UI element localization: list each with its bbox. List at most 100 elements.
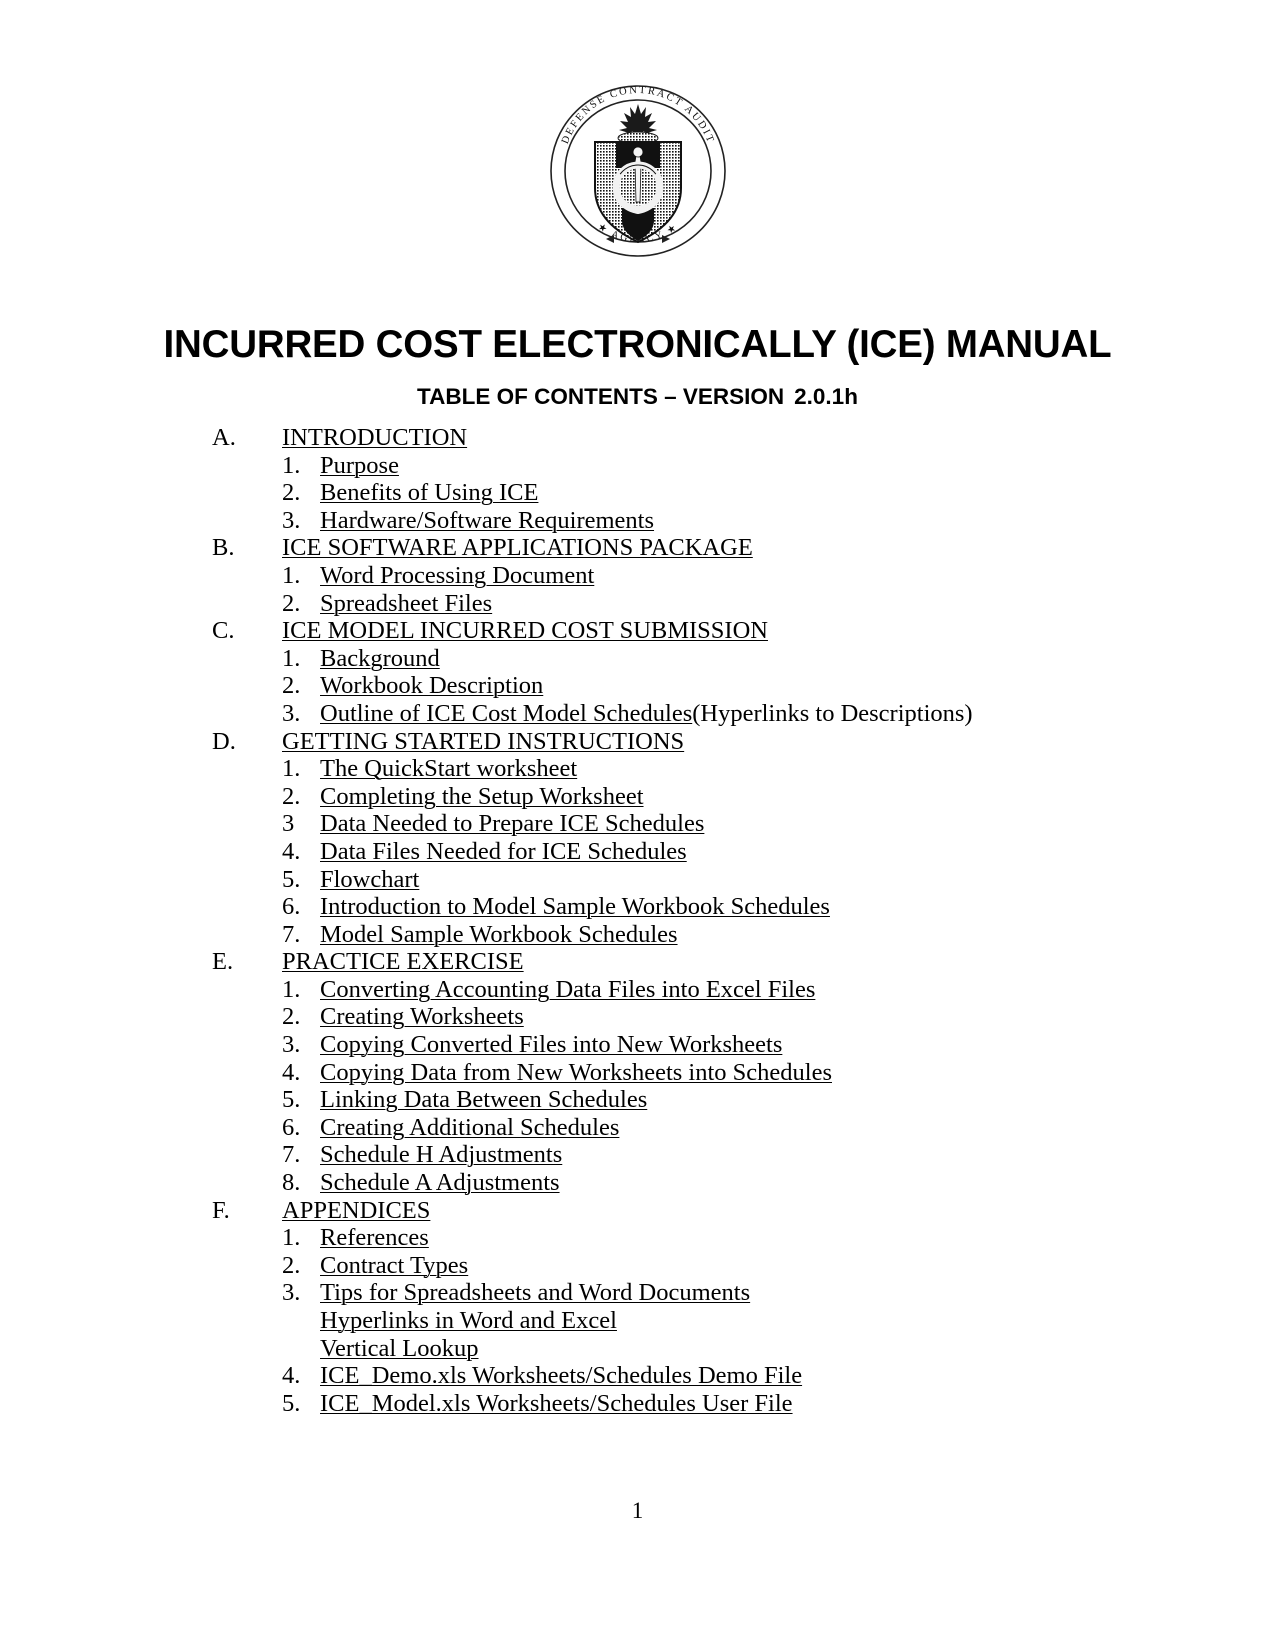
item-link[interactable]: Schedule A Adjustments: [320, 1169, 560, 1197]
toc-section-d[interactable]: D. GETTING STARTED INSTRUCTIONS: [0, 728, 1275, 756]
item-marker: 2.: [282, 1003, 301, 1031]
dcaa-seal-icon: DEFENSE CONTRACT AUDIT ★ AGENCY ★: [540, 82, 736, 260]
item-link[interactable]: Copying Data from New Worksheets into Sc…: [320, 1059, 832, 1087]
item-link[interactable]: Background: [320, 645, 440, 673]
item-link[interactable]: Hardware/Software Requirements: [320, 507, 654, 535]
item-marker: 3.: [282, 699, 301, 727]
item-marker: 6.: [282, 893, 301, 921]
item-link[interactable]: Contract Types: [320, 1252, 468, 1280]
toc-item-d4[interactable]: 4. Data Files Needed for ICE Schedules: [0, 838, 1275, 866]
section-link[interactable]: GETTING STARTED INSTRUCTIONS: [282, 728, 684, 756]
item-link[interactable]: ICE_Demo.xls Worksheets/Schedules Demo F…: [320, 1362, 802, 1390]
section-link[interactable]: PRACTICE EXERCISE: [282, 948, 524, 976]
section-link[interactable]: ICE SOFTWARE APPLICATIONS PACKAGE: [282, 534, 753, 562]
item-link[interactable]: Creating Additional Schedules: [320, 1114, 619, 1142]
section-marker: B.: [212, 534, 235, 562]
toc-item-e3[interactable]: 3. Copying Converted Files into New Work…: [0, 1031, 1275, 1059]
toc-item-f5[interactable]: 5. ICE_Model.xls Worksheets/Schedules Us…: [0, 1390, 1275, 1418]
section-link[interactable]: INTRODUCTION: [282, 424, 467, 452]
item-link[interactable]: Hyperlinks in Word and Excel: [320, 1307, 617, 1335]
document-page: DEFENSE CONTRACT AUDIT ★ AGENCY ★: [0, 0, 1275, 1650]
toc-item-f1[interactable]: 1. References: [0, 1224, 1275, 1252]
item-link[interactable]: Flowchart: [320, 866, 419, 894]
item-link[interactable]: References: [320, 1224, 429, 1252]
toc-item-e7[interactable]: 7. Schedule H Adjustments: [0, 1141, 1275, 1169]
item-marker: 5.: [282, 865, 301, 893]
toc-item-c3[interactable]: 3. Outline of ICE Cost Model Schedules (…: [0, 700, 1275, 728]
toc-item-b1[interactable]: 1. Word Processing Document: [0, 562, 1275, 590]
section-link[interactable]: APPENDICES: [282, 1197, 430, 1225]
toc-item-d6[interactable]: 6. Introduction to Model Sample Workbook…: [0, 893, 1275, 921]
toc-item-f4[interactable]: 4. ICE_Demo.xls Worksheets/Schedules Dem…: [0, 1362, 1275, 1390]
item-marker: 2.: [282, 672, 301, 700]
item-note: (Hyperlinks to Descriptions): [692, 699, 973, 727]
item-marker: 3.: [282, 1031, 301, 1059]
item-link[interactable]: Copying Converted Files into New Workshe…: [320, 1031, 782, 1059]
page-subtitle: TABLE OF CONTENTS – VERSION 2.0.1h: [0, 384, 1275, 410]
toc-item-e6[interactable]: 6. Creating Additional Schedules: [0, 1114, 1275, 1142]
item-link[interactable]: Data Files Needed for ICE Schedules: [320, 838, 687, 866]
table-of-contents: A. INTRODUCTION 1. Purpose 2. Benefits o…: [0, 424, 1275, 1417]
toc-section-f[interactable]: F. APPENDICES: [0, 1197, 1275, 1225]
item-link[interactable]: Purpose: [320, 452, 399, 480]
item-marker: 1.: [282, 975, 301, 1003]
toc-item-f3-sub2[interactable]: Vertical Lookup: [0, 1335, 1275, 1363]
section-marker: A.: [212, 424, 236, 451]
item-link[interactable]: Linking Data Between Schedules: [320, 1086, 647, 1114]
toc-section-b[interactable]: B. ICE SOFTWARE APPLICATIONS PACKAGE: [0, 534, 1275, 562]
toc-item-e1[interactable]: 1. Converting Accounting Data Files into…: [0, 976, 1275, 1004]
toc-item-f3[interactable]: 3. Tips for Spreadsheets and Word Docume…: [0, 1279, 1275, 1307]
toc-item-e2[interactable]: 2. Creating Worksheets: [0, 1003, 1275, 1031]
item-marker: 4.: [282, 1058, 301, 1086]
toc-item-a3[interactable]: 3. Hardware/Software Requirements: [0, 507, 1275, 535]
toc-item-d7[interactable]: 7. Model Sample Workbook Schedules: [0, 921, 1275, 949]
subtitle-prefix: TABLE OF CONTENTS – VERSION: [417, 384, 785, 409]
item-marker: 3: [282, 810, 295, 838]
item-marker: 7.: [282, 920, 301, 948]
agency-seal-container: DEFENSE CONTRACT AUDIT ★ AGENCY ★: [0, 82, 1275, 265]
item-link[interactable]: The QuickStart worksheet: [320, 755, 577, 783]
item-link[interactable]: Model Sample Workbook Schedules: [320, 921, 678, 949]
toc-item-b2[interactable]: 2. Spreadsheet Files: [0, 590, 1275, 618]
item-link[interactable]: Converting Accounting Data Files into Ex…: [320, 976, 815, 1004]
toc-item-a1[interactable]: 1. Purpose: [0, 452, 1275, 480]
toc-item-d3[interactable]: 3 Data Needed to Prepare ICE Schedules: [0, 810, 1275, 838]
toc-section-a[interactable]: A. INTRODUCTION: [0, 424, 1275, 452]
item-marker: 5.: [282, 1086, 301, 1114]
item-marker: 4.: [282, 837, 301, 865]
item-marker: 2.: [282, 1251, 301, 1279]
toc-item-f3-sub1[interactable]: Hyperlinks in Word and Excel: [0, 1307, 1275, 1335]
toc-item-e4[interactable]: 4. Copying Data from New Worksheets into…: [0, 1059, 1275, 1087]
toc-section-e[interactable]: E. PRACTICE EXERCISE: [0, 948, 1275, 976]
item-link[interactable]: Word Processing Document: [320, 562, 594, 590]
toc-item-e8[interactable]: 8. Schedule A Adjustments: [0, 1169, 1275, 1197]
item-link[interactable]: Data Needed to Prepare ICE Schedules: [320, 810, 704, 838]
item-link[interactable]: Benefits of Using ICE: [320, 479, 538, 507]
item-marker: 4.: [282, 1362, 301, 1390]
toc-item-f2[interactable]: 2. Contract Types: [0, 1252, 1275, 1280]
toc-item-c1[interactable]: 1. Background: [0, 645, 1275, 673]
toc-item-d5[interactable]: 5. Flowchart: [0, 866, 1275, 894]
toc-section-c[interactable]: C. ICE MODEL INCURRED COST SUBMISSION: [0, 617, 1275, 645]
toc-item-c2[interactable]: 2. Workbook Description: [0, 672, 1275, 700]
item-link[interactable]: ICE_Model.xls Worksheets/Schedules User …: [320, 1390, 793, 1418]
section-link[interactable]: ICE MODEL INCURRED COST SUBMISSION: [282, 617, 768, 645]
toc-item-e5[interactable]: 5. Linking Data Between Schedules: [0, 1086, 1275, 1114]
item-link[interactable]: Tips for Spreadsheets and Word Documents: [320, 1279, 750, 1307]
item-link[interactable]: Creating Worksheets: [320, 1003, 524, 1031]
item-link[interactable]: Schedule H Adjustments: [320, 1141, 562, 1169]
item-marker: 2.: [282, 589, 301, 617]
item-marker: 2.: [282, 479, 301, 507]
toc-item-d1[interactable]: 1. The QuickStart worksheet: [0, 755, 1275, 783]
item-link[interactable]: Vertical Lookup: [320, 1335, 479, 1363]
item-marker: 1.: [282, 755, 301, 783]
item-link[interactable]: Outline of ICE Cost Model Schedules: [320, 700, 692, 728]
toc-item-d2[interactable]: 2. Completing the Setup Worksheet: [0, 783, 1275, 811]
toc-item-a2[interactable]: 2. Benefits of Using ICE: [0, 479, 1275, 507]
item-link[interactable]: Introduction to Model Sample Workbook Sc…: [320, 893, 830, 921]
item-marker: 7.: [282, 1141, 301, 1169]
item-link[interactable]: Completing the Setup Worksheet: [320, 783, 644, 811]
item-link[interactable]: Spreadsheet Files: [320, 590, 492, 618]
item-marker: 6.: [282, 1113, 301, 1141]
item-link[interactable]: Workbook Description: [320, 672, 543, 700]
